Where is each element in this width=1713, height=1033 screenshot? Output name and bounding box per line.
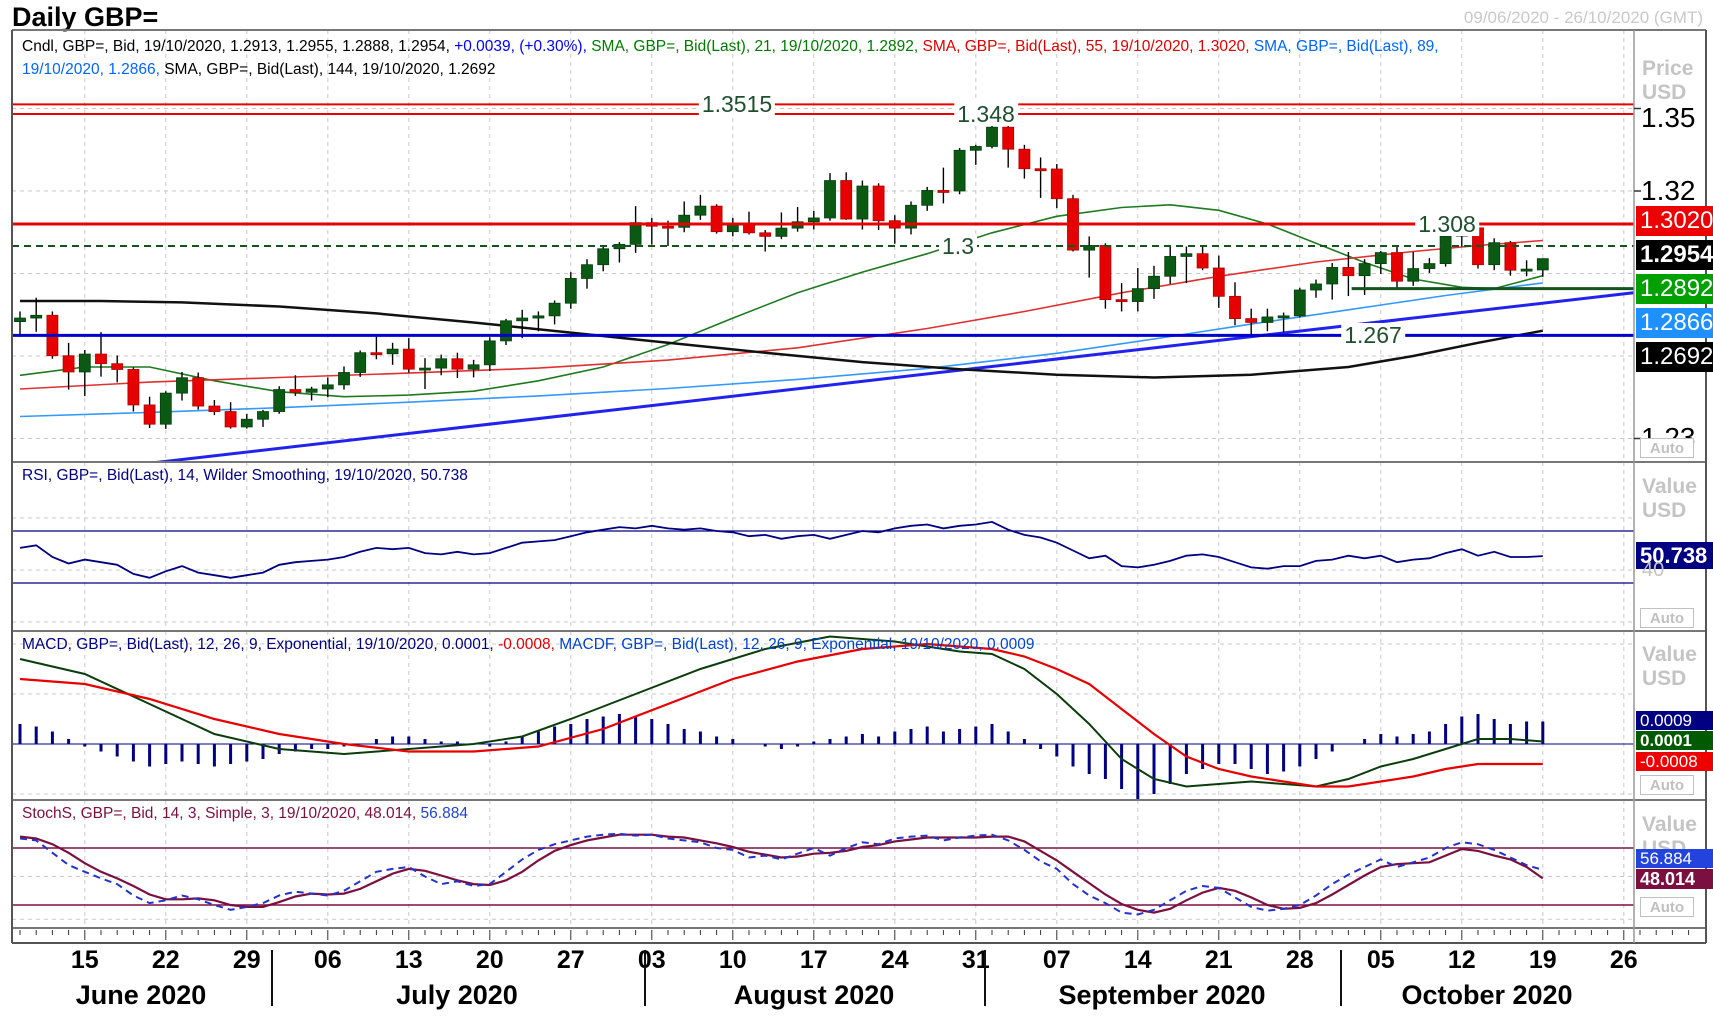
legend-macd-segment: MACDF, GBP=, Bid(Last), 12, 26, 9, Expon… [559, 636, 1035, 653]
x-axis-day-label: 19 [1528, 946, 1557, 974]
rsi-axis-title: Value [1642, 475, 1697, 498]
price-tick-label: 1.35 [1641, 102, 1696, 133]
macd-badge-0.0001: 0.0001 [1636, 731, 1713, 750]
x-axis-day-label: 14 [1123, 946, 1152, 974]
rsi-axis-currency: USD [1642, 499, 1687, 522]
sma-144-line [20, 299, 1544, 379]
auto-scale-button-stoch[interactable]: Auto [1640, 897, 1694, 917]
price-axis-title: Price [1642, 57, 1694, 80]
rsi-line [19, 520, 1543, 579]
stoch-d-line [19, 833, 1544, 914]
legend-main-segment: SMA, GBP=, Bid(Last), 55, 19/10/2020, 1.… [922, 38, 1254, 55]
x-axis-day-label: 06 [313, 946, 342, 974]
month-separator [271, 950, 274, 1006]
macd-badge-0.0009: 0.0009 [1636, 711, 1713, 730]
legend-stoch-segment: StochS, GBP=, Bid, 14, 3, Simple, 3, 19/… [22, 805, 421, 822]
x-axis-day-label: 20 [475, 946, 504, 974]
line-label-1.267: 1.267 [1341, 323, 1405, 348]
stoch-badge-56.884: 56.884 [1636, 849, 1713, 868]
auto-scale-button-main[interactable]: Auto [1640, 438, 1694, 458]
legend-stoch: StochS, GBP=, Bid, 14, 3, Simple, 3, 19/… [22, 805, 468, 823]
x-axis-day-label: 15 [70, 946, 99, 974]
x-axis-day-label: 29 [232, 946, 261, 974]
legend-stoch-segment: 56.884 [420, 805, 468, 822]
auto-scale-button-macd[interactable]: Auto [1640, 775, 1694, 795]
x-axis-day-label: 27 [556, 946, 585, 974]
price-badge-1.2954: 1.2954 [1636, 240, 1713, 270]
price-badge-1.2892: 1.2892 [1636, 274, 1713, 304]
x-axis-day-label: 03 [637, 946, 666, 974]
x-axis-day-label: 05 [1366, 946, 1395, 974]
stoch-axis-title: Value [1642, 813, 1697, 836]
legend-macd: MACD, GBP=, Bid(Last), 12, 26, 9, Expone… [22, 636, 1034, 654]
month-separator [983, 950, 986, 1006]
x-axis-day-label: 17 [799, 946, 828, 974]
macd-axis-title: Value [1642, 643, 1697, 666]
legend-main-segment: SMA, GBP=, Bid(Last), 21, 19/10/2020, 1.… [591, 38, 923, 55]
month-separator [643, 950, 646, 1006]
x-axis-month-label: July 2020 [396, 980, 518, 1010]
x-axis-month-label: June 2020 [75, 980, 207, 1010]
macd-badge--0.0008: -0.0008 [1636, 752, 1713, 771]
price-tick-label: 1.32 [1641, 175, 1696, 206]
x-axis-day-label: 24 [880, 946, 909, 974]
price-badge-1.2692: 1.2692 [1636, 342, 1713, 372]
x-axis-ruler[interactable] [19, 930, 1690, 940]
x-axis-day-label: 07 [1042, 946, 1071, 974]
price-badge-1.3020: 1.3020 [1636, 206, 1713, 236]
legend-main-segment: 19/10/2020, 1.2866, [22, 61, 165, 78]
candles [14, 113, 1549, 429]
rsi-panel[interactable] [12, 462, 1634, 631]
chart-canvas[interactable] [0, 0, 1713, 1033]
legend-main-line1: Cndl, GBP=, Bid, 19/10/2020, 1.2913, 1.2… [22, 38, 1439, 56]
x-axis-day-label: 10 [718, 946, 747, 974]
line-label-1.3515: 1.3515 [698, 92, 776, 117]
legend-rsi-segment: RSI, GBP=, Bid(Last), 14, Wilder Smoothi… [22, 467, 468, 484]
auto-scale-button-rsi[interactable]: Auto [1640, 608, 1694, 628]
stoch-badge-48.014: 48.014 [1636, 869, 1713, 889]
x-axis-day-label: 28 [1285, 946, 1314, 974]
macd-axis-currency: USD [1642, 667, 1687, 690]
rsi-grid-label: 40 [1642, 559, 1665, 581]
line-label-1.348: 1.348 [954, 102, 1018, 126]
price-axis-currency: USD [1642, 81, 1687, 104]
x-axis-month-label: September 2020 [1058, 980, 1266, 1010]
price-badge-1.2866: 1.2866 [1636, 308, 1713, 338]
chart-window: Daily GBP= 09/06/2020 - 26/10/2020 (GMT)… [0, 0, 1713, 1033]
legend-main-segment: SMA, GBP=, Bid(Last), 89, [1253, 38, 1439, 55]
x-axis-day-label: 13 [394, 946, 423, 974]
x-axis-day-label: 12 [1447, 946, 1476, 974]
legend-main-segment: Cndl, GBP=, Bid, 19/10/2020, 1.2913, 1.2… [22, 38, 455, 55]
x-axis-month-label: August 2020 [733, 980, 895, 1010]
legend-rsi: RSI, GBP=, Bid(Last), 14, Wilder Smoothi… [22, 467, 468, 485]
legend-main-segment: +0.0039, (+0.30%), [454, 38, 592, 55]
line-label-1.3: 1.3 [939, 234, 977, 258]
stoch-k-line [19, 832, 1544, 916]
x-axis-day-label: 21 [1204, 946, 1233, 974]
x-axis-day-label: 22 [151, 946, 180, 974]
macd-panel[interactable] [12, 631, 1634, 800]
main-panel[interactable] [12, 30, 1635, 470]
x-axis-month-label: October 2020 [1401, 980, 1573, 1010]
x-axis-day-label: 26 [1609, 946, 1638, 974]
month-separator [1340, 950, 1343, 1006]
legend-main-line2: 19/10/2020, 1.2866, SMA, GBP=, Bid(Last)… [22, 61, 496, 79]
legend-macd-segment: -0.0008, [498, 636, 560, 653]
legend-main-segment: SMA, GBP=, Bid(Last), 144, 19/10/2020, 1… [164, 61, 496, 78]
line-label-1.308: 1.308 [1415, 212, 1479, 236]
legend-macd-segment: MACD, GBP=, Bid(Last), 12, 26, 9, Expone… [22, 636, 499, 653]
